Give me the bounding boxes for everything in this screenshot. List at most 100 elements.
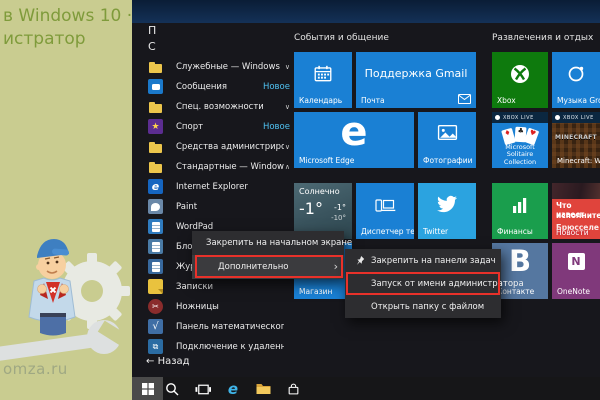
taskbar: e — [132, 377, 600, 400]
taskbar-edge-button[interactable]: e — [220, 377, 246, 400]
menu-item-pin-to-start[interactable]: Закрепить на начальном экране — [192, 231, 344, 255]
back-label: Назад — [158, 356, 190, 367]
tile-label: Почта — [361, 96, 385, 105]
devices-icon — [356, 197, 414, 213]
start-menu: П С Служебные — Windows ∨ Сообщения Ново… — [132, 23, 600, 377]
app-item-windows-accessories[interactable]: Стандартные — Windows ∧ — [146, 157, 296, 177]
tile-label: Microsoft Edge — [299, 156, 354, 165]
app-label: Ножницы — [176, 302, 219, 312]
letter-heading[interactable]: П — [148, 24, 156, 37]
tile-label: Xbox — [497, 96, 516, 105]
tile-group-header[interactable]: Развлечения и отдых — [492, 33, 593, 43]
weather-high: -1° — [334, 203, 346, 212]
tile-phone-companion[interactable]: Диспетчер те... — [356, 183, 414, 239]
xbox-live-label: XBOX LIVE — [503, 115, 534, 121]
app-label: Записки — [176, 282, 213, 292]
app-label: Сообщения — [176, 82, 227, 92]
tile-group-header[interactable]: События и общение — [294, 33, 389, 43]
letter-heading[interactable]: С — [148, 40, 156, 53]
back-arrow-icon: ← — [146, 356, 154, 367]
app-item-snipping-tool[interactable]: ✂ Ножницы — [146, 297, 296, 317]
app-label: Спорт — [176, 122, 203, 132]
menu-item-label: Дополнительно — [218, 262, 289, 272]
finance-chart-icon — [492, 195, 548, 214]
app-item-remote-desktop[interactable]: ⧉ Подключение к удаленному р... — [146, 337, 296, 357]
twitter-bird-icon — [418, 194, 476, 214]
tile-label: Магазин — [299, 287, 332, 296]
messaging-icon — [148, 79, 163, 94]
edge-logo: e — [294, 112, 414, 155]
taskbar-search-button[interactable] — [159, 377, 185, 400]
news-photo — [552, 183, 600, 199]
menu-item-run-as-admin[interactable]: Запуск от имени администратора — [345, 272, 501, 295]
back-button[interactable]: ← Назад — [146, 356, 190, 367]
taskbar-task-view-button[interactable] — [190, 377, 216, 400]
context-menu: Закрепить на начальном экране Дополнител… — [192, 231, 344, 279]
windows-logo-icon — [142, 383, 154, 395]
tile-label: Фотографии — [423, 156, 472, 165]
desktop-wallpaper — [132, 0, 600, 23]
tile-onenote[interactable]: N OneNote — [552, 243, 600, 299]
store-icon — [287, 382, 300, 396]
edge-icon: e — [228, 380, 238, 398]
weather-condition: Солнечно — [299, 187, 340, 196]
xbox-logo-icon — [492, 64, 548, 84]
tile-label: Финансы — [497, 227, 533, 236]
app-item-internet-explorer[interactable]: e Internet Explorer — [146, 177, 296, 197]
app-item-windows-system[interactable]: Служебные — Windows ∨ — [146, 57, 296, 77]
calendar-icon — [294, 64, 352, 83]
xbox-mini-icon — [495, 115, 500, 120]
taskbar-file-explorer-button[interactable] — [250, 377, 276, 400]
chevron-up-icon: ∧ — [285, 163, 290, 171]
chevron-down-icon: ∨ — [285, 143, 290, 151]
xbox-live-banner: XBOX LIVE — [492, 112, 548, 123]
tile-solitaire[interactable]: XBOX LIVE ♦ ♣ ♥ Microsoft Solitaire Coll… — [492, 112, 548, 168]
tile-twitter[interactable]: Twitter — [418, 183, 476, 239]
app-label: Paint — [176, 202, 197, 212]
app-item-sticky-notes[interactable]: Записки — [146, 277, 296, 297]
tile-xbox[interactable]: Xbox — [492, 52, 548, 108]
tile-label: Музыка Gro — [557, 96, 600, 105]
new-badge: Новое — [263, 122, 290, 132]
watermark-text: omza.ru — [3, 360, 68, 378]
wordpad-icon — [148, 219, 163, 234]
math-input-icon: √ — [148, 319, 163, 334]
menu-item-open-file-location[interactable]: Открыть папку с файлом — [345, 295, 501, 318]
tile-news[interactable]: Что извест исполнител Брюсселе Новости — [552, 183, 600, 239]
tile-label: Календарь — [299, 96, 342, 105]
tile-microsoft-edge[interactable]: e Microsoft Edge — [294, 112, 414, 168]
menu-item-label: Открыть папку с файлом — [371, 302, 484, 312]
news-headline: исполнител — [556, 211, 600, 220]
paint-icon — [148, 199, 163, 214]
task-view-icon — [195, 382, 211, 396]
sport-icon: ★ — [148, 119, 163, 134]
menu-item-label: Запуск от имени администратора — [371, 279, 524, 289]
tile-minecraft[interactable]: XBOX LIVE MINECRAFT Minecraft: W — [552, 112, 600, 168]
menu-item-pin-to-taskbar[interactable]: Закрепить на панели задач — [345, 249, 501, 272]
app-item-messaging[interactable]: Сообщения Новое — [146, 77, 296, 97]
tile-mail[interactable]: Поддержка Gmail Почта — [356, 52, 476, 108]
app-item-paint[interactable]: Paint — [146, 197, 296, 217]
weather-temp: -1° — [299, 199, 323, 218]
new-badge: Новое — [263, 82, 290, 92]
app-item-math-input[interactable]: √ Панель математического ввода — [146, 317, 296, 337]
app-item-sport[interactable]: ★ Спорт Новое — [146, 117, 296, 137]
mail-notification-text: Поддержка Gmail — [356, 67, 476, 80]
app-item-admin-tools[interactable]: Средства администрирован... ∨ — [146, 137, 296, 157]
tile-finance[interactable]: Финансы — [492, 183, 548, 239]
app-item-ease-of-access[interactable]: Спец. возможности ∨ — [146, 97, 296, 117]
folder-icon — [148, 139, 163, 154]
app-label: Подключение к удаленному р... — [176, 342, 284, 352]
remote-desktop-icon: ⧉ — [148, 339, 163, 354]
menu-item-label: Закрепить на начальном экране — [206, 238, 352, 248]
tile-calendar[interactable]: Календарь — [294, 52, 352, 108]
tile-photos[interactable]: Фотографии — [418, 112, 476, 168]
menu-item-more[interactable]: Дополнительно › — [192, 255, 344, 279]
onenote-icon: N — [552, 253, 600, 270]
article-title: в Windows 10 · истратор — [3, 5, 132, 51]
article-sidebar: в Windows 10 · истратор — [0, 0, 132, 400]
taskbar-store-button[interactable] — [280, 377, 306, 400]
tile-label: Twitter — [423, 227, 448, 236]
tile-groove-music[interactable]: Музыка Gro — [552, 52, 600, 108]
internet-explorer-icon: e — [148, 179, 163, 194]
